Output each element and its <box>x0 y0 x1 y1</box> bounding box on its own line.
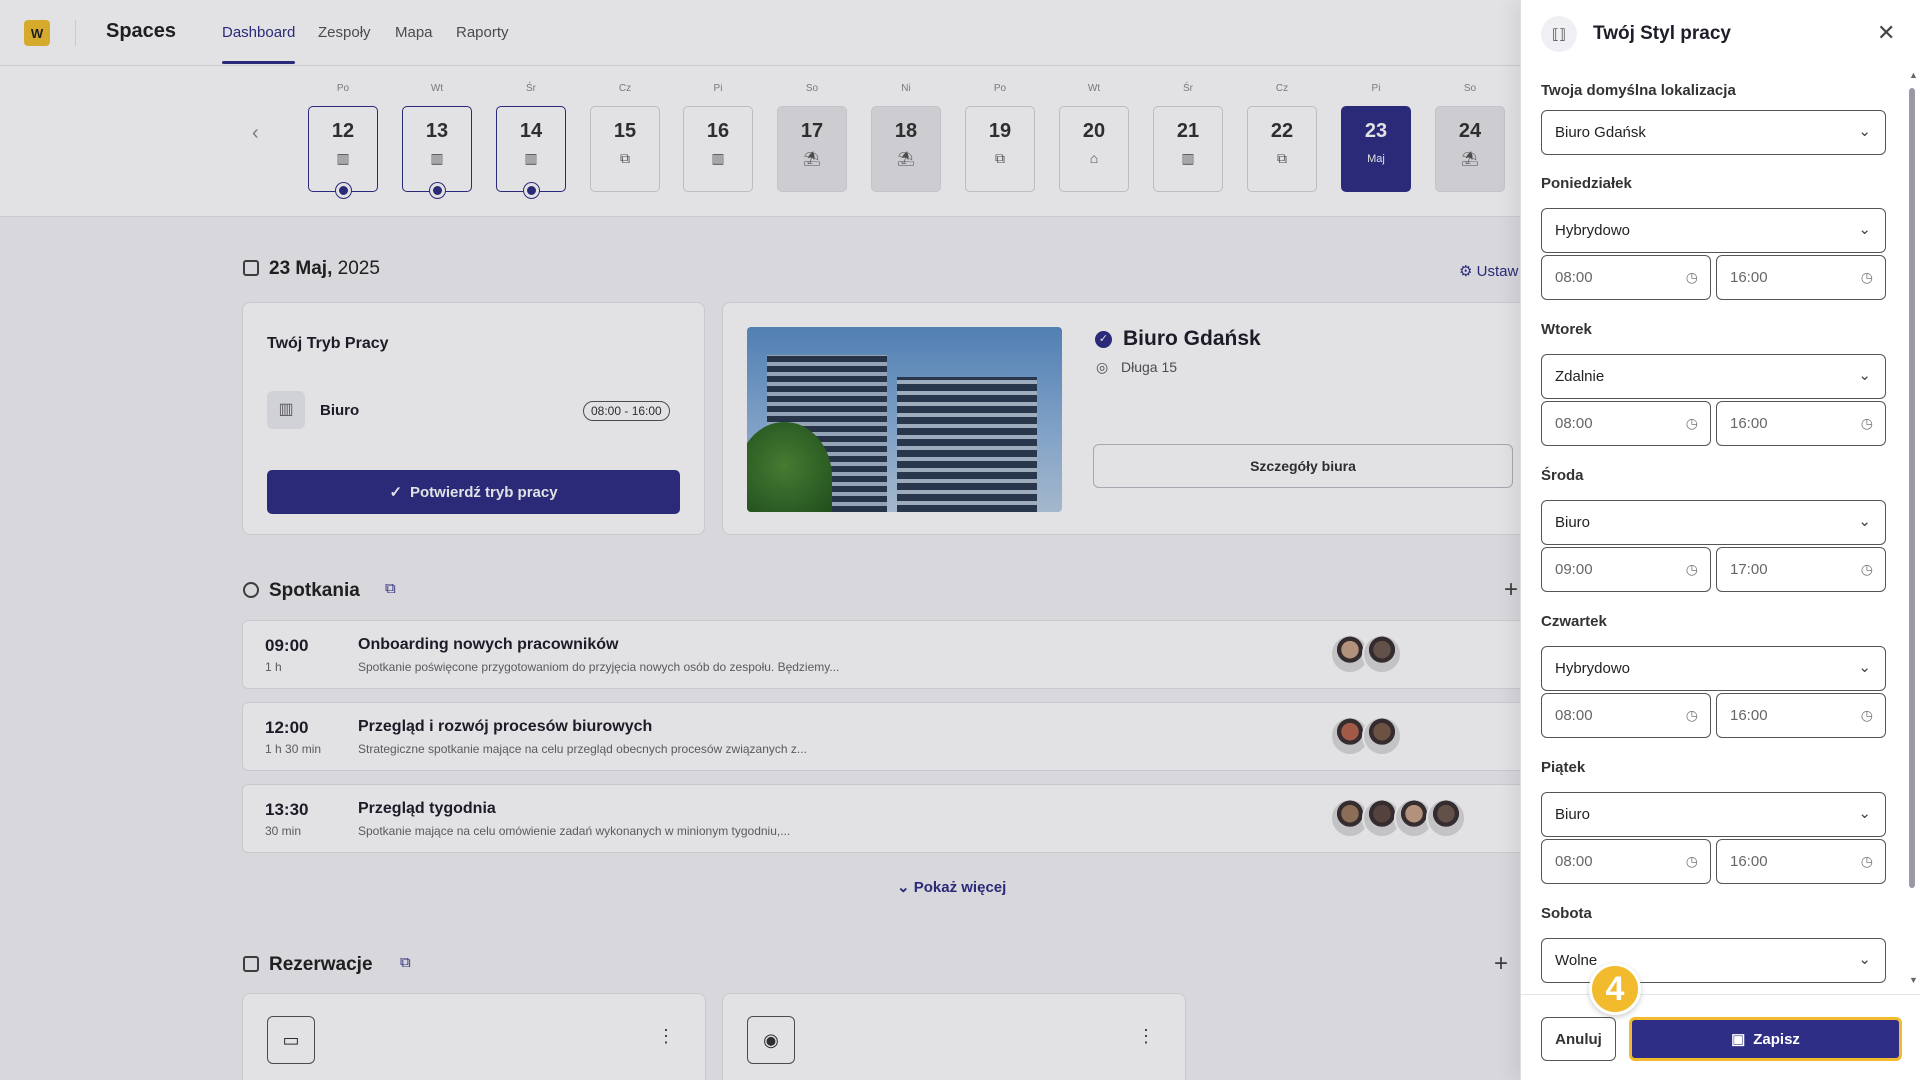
clock-icon: ◷ <box>1860 415 1873 431</box>
save-icon: ▣ <box>1731 1031 1746 1048</box>
scroll-up-arrow[interactable]: ▲ <box>1909 70 1918 80</box>
clock-icon: ◷ <box>1685 269 1698 285</box>
panel-footer: Anuluj ▣ Zapisz <box>1521 994 1920 1080</box>
time-value: 08:00 <box>1555 853 1593 870</box>
work-mode-select[interactable]: Hybrydowo ⌄ <box>1541 208 1886 253</box>
start-time-input[interactable]: 08:00 ◷ <box>1541 693 1711 738</box>
work-mode-select[interactable]: Zdalnie ⌄ <box>1541 354 1886 399</box>
default-location-select[interactable]: Biuro Gdańsk ⌄ <box>1541 110 1886 155</box>
day-label: Piątek <box>1541 759 1586 776</box>
start-time-input[interactable]: 09:00 ◷ <box>1541 547 1711 592</box>
select-value: Hybrydowo <box>1555 660 1631 677</box>
clock-icon: ◷ <box>1860 269 1873 285</box>
time-value: 16:00 <box>1730 415 1768 432</box>
chevron-down-icon: ⌄ <box>1858 367 1871 384</box>
chevron-down-icon: ⌄ <box>1858 513 1871 530</box>
start-time-input[interactable]: 08:00 ◷ <box>1541 839 1711 884</box>
time-value: 16:00 <box>1730 707 1768 724</box>
chevron-down-icon: ⌄ <box>1858 659 1871 676</box>
start-time-input[interactable]: 08:00 ◷ <box>1541 401 1711 446</box>
chevron-down-icon: ⌄ <box>1858 951 1871 968</box>
work-style-panel: ⟦⟧ Twój Styl pracy ✕ Twoja domyślna loka… <box>1520 0 1920 1080</box>
modal-backdrop[interactable] <box>0 0 1520 1080</box>
day-label: Sobota <box>1541 905 1592 922</box>
time-value: 08:00 <box>1555 269 1593 286</box>
time-value: 16:00 <box>1730 853 1768 870</box>
clock-icon: ◷ <box>1860 561 1873 577</box>
chevron-down-icon: ⌄ <box>1858 805 1871 822</box>
end-time-input[interactable]: 16:00 ◷ <box>1716 693 1886 738</box>
select-value: Wolne <box>1555 952 1598 969</box>
select-value: Hybrydowo <box>1555 222 1631 239</box>
end-time-input[interactable]: 17:00 ◷ <box>1716 547 1886 592</box>
work-mode-select[interactable]: Hybrydowo ⌄ <box>1541 646 1886 691</box>
select-value: Zdalnie <box>1555 368 1605 385</box>
start-time-input[interactable]: 08:00 ◷ <box>1541 255 1711 300</box>
select-value: Biuro <box>1555 806 1591 823</box>
step-number-badge: 4 <box>1589 963 1641 1015</box>
chevron-down-icon: ⌄ <box>1858 123 1871 140</box>
end-time-input[interactable]: 16:00 ◷ <box>1716 255 1886 300</box>
time-value: 08:00 <box>1555 415 1593 432</box>
clock-icon: ◷ <box>1685 415 1698 431</box>
work-style-icon: ⟦⟧ <box>1541 16 1577 52</box>
time-value: 09:00 <box>1555 561 1593 578</box>
save-button[interactable]: ▣ Zapisz <box>1629 1017 1902 1061</box>
day-label: Środa <box>1541 467 1584 484</box>
time-value: 08:00 <box>1555 707 1593 724</box>
clock-icon: ◷ <box>1860 853 1873 869</box>
scrollbar-thumb[interactable] <box>1909 88 1915 888</box>
clock-icon: ◷ <box>1685 707 1698 723</box>
time-value: 17:00 <box>1730 561 1768 578</box>
work-mode-select[interactable]: Biuro ⌄ <box>1541 792 1886 837</box>
panel-title: Twój Styl pracy <box>1593 23 1731 44</box>
time-value: 16:00 <box>1730 269 1768 286</box>
work-mode-select[interactable]: Biuro ⌄ <box>1541 500 1886 545</box>
day-label: Czwartek <box>1541 613 1607 630</box>
day-label: Wtorek <box>1541 321 1592 338</box>
select-value: Biuro Gdańsk <box>1555 124 1646 141</box>
cancel-button[interactable]: Anuluj <box>1541 1017 1616 1061</box>
clock-icon: ◷ <box>1860 707 1873 723</box>
close-icon[interactable]: ✕ <box>1877 20 1895 46</box>
save-button-label: Zapisz <box>1753 1030 1800 1048</box>
select-value: Biuro <box>1555 514 1591 531</box>
end-time-input[interactable]: 16:00 ◷ <box>1716 839 1886 884</box>
scroll-down-arrow[interactable]: ▼ <box>1909 975 1918 985</box>
chevron-down-icon: ⌄ <box>1858 221 1871 238</box>
default-location-label: Twoja domyślna lokalizacja <box>1541 82 1736 99</box>
clock-icon: ◷ <box>1685 561 1698 577</box>
clock-icon: ◷ <box>1685 853 1698 869</box>
day-label: Poniedziałek <box>1541 175 1632 192</box>
end-time-input[interactable]: 16:00 ◷ <box>1716 401 1886 446</box>
